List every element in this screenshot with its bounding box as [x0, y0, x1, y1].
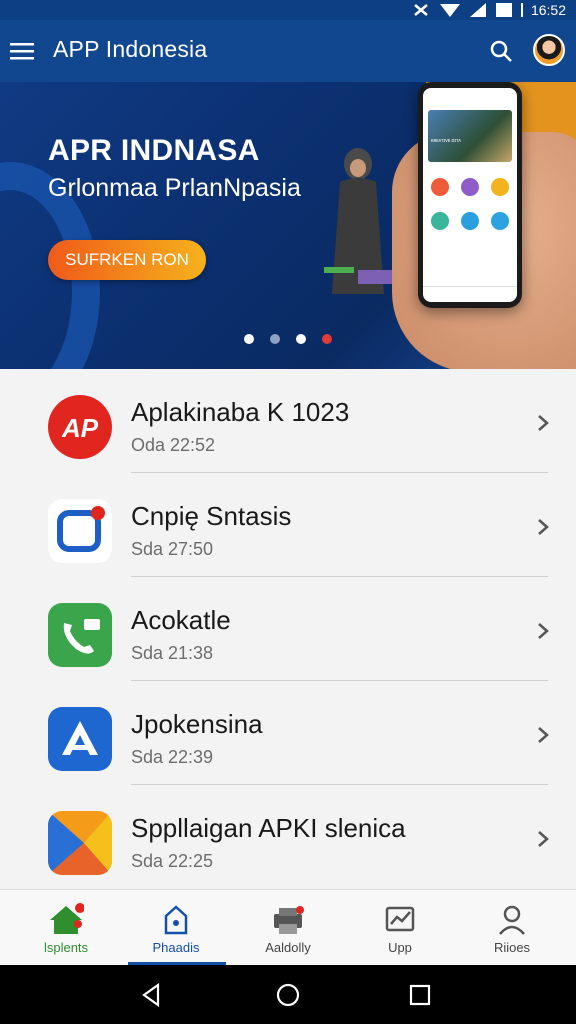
person-illustration [324, 148, 394, 294]
app-list: AP Aplakinaba K 1023 Oda 22:52 Cnpię Snt… [0, 369, 576, 889]
phone-app-icon [491, 212, 509, 230]
app-bar: APP Indonesia [0, 20, 576, 82]
carousel-dot[interactable] [270, 334, 280, 344]
app-title: APP Indonesia [53, 36, 208, 62]
phone-app-icon [461, 212, 479, 230]
phone-app-icon [491, 178, 509, 196]
play-triangle-icon [48, 811, 112, 875]
phone-screen: ᴋʀᴇᴀᴛɪᴠᴇ ᴅɪᴛᴀ [423, 88, 517, 302]
phone-illustration: ᴋʀᴇᴀᴛɪᴠᴇ ᴅɪᴛᴀ [392, 82, 576, 369]
list-item[interactable]: Sppllaigan APKI slenica Sda 22:25 [0, 785, 576, 889]
phone-app-icon [461, 178, 479, 196]
banner-title: APR INDNASA [48, 134, 260, 167]
promo-banner[interactable]: APR INDNASA Grlonmaa PrlanNpasia SUFRKEN… [0, 82, 576, 369]
carousel-dot[interactable] [296, 334, 306, 344]
list-item-title: Acokatle [131, 605, 231, 635]
chart-icon [385, 906, 415, 932]
menu-icon[interactable] [8, 36, 36, 66]
list-item[interactable]: Cnpię Sntasis Sda 27:50 [0, 473, 576, 577]
system-nav-bar [0, 965, 576, 1024]
home-icon [50, 903, 84, 934]
search-icon[interactable] [488, 38, 514, 64]
list-item[interactable]: Acokatle Sda 21:38 [0, 577, 576, 681]
wifi-icon [439, 4, 460, 17]
person-icon [499, 905, 525, 935]
phone-nav-bar [423, 286, 517, 302]
list-item-subtitle: Oda 22:52 [131, 435, 216, 455]
list-item-title: Aplakinaba K 1023 [131, 397, 350, 427]
avatar[interactable] [533, 34, 565, 66]
chevron-right-icon [538, 519, 549, 535]
list-item-title: Sppllaigan APKI slenica [131, 813, 406, 843]
chevron-right-icon [538, 415, 549, 431]
carousel-dot-active[interactable] [322, 334, 332, 344]
phone-hero-image [428, 110, 512, 162]
nav-item-lsplents[interactable]: lsplents [10, 890, 122, 966]
back-icon[interactable] [138, 981, 166, 1009]
phone-chat-icon [48, 603, 112, 667]
ap-logo-icon: AP [48, 395, 112, 459]
carousel-dots [244, 334, 332, 344]
phone-app-icon [431, 212, 449, 230]
list-item-subtitle: Sda 22:25 [131, 851, 214, 871]
status-icons: 16:52 [411, 1, 566, 19]
home-button-icon[interactable] [274, 981, 302, 1009]
chevron-right-icon [538, 727, 549, 743]
house-outline-icon [164, 905, 188, 935]
printer-icon [274, 906, 304, 934]
banner-subtitle: Grlonmaa PrlanNpasia [48, 174, 301, 202]
nav-item-upp[interactable]: Upp [344, 890, 456, 966]
nav-label: Aaldolly [265, 940, 311, 955]
letter-a-icon [48, 707, 112, 771]
nav-label: Phaadis [152, 940, 200, 955]
chevron-right-icon [538, 831, 549, 847]
vibrate-icon [414, 4, 428, 16]
phone-app-icon [431, 178, 449, 196]
nav-label: Upp [388, 940, 412, 955]
svg-text:AP: AP [61, 413, 99, 443]
battery-icon [495, 3, 512, 17]
nav-item-aaldolly[interactable]: Aaldolly [232, 890, 344, 966]
carousel-dot[interactable] [244, 334, 254, 344]
clock: 16:52 [530, 2, 566, 18]
list-item-title: Jpokensina [131, 709, 263, 739]
phone-hero-caption: ᴋʀᴇᴀᴛɪᴠᴇ ᴅɪᴛᴀ [431, 138, 461, 144]
nav-item-phaadis[interactable]: Phaadis [120, 890, 232, 966]
list-item[interactable]: Jpokensina Sda 22:39 [0, 681, 576, 785]
status-bar: 16:52 [0, 0, 576, 20]
nav-item-riioes[interactable]: Riioes [456, 890, 568, 966]
list-item[interactable]: AP Aplakinaba K 1023 Oda 22:52 [0, 369, 576, 473]
phone-device: ᴋʀᴇᴀᴛɪᴠᴇ ᴅɪᴛᴀ [418, 82, 522, 308]
list-item-subtitle: Sda 21:38 [131, 643, 214, 663]
list-item-subtitle: Sda 22:39 [131, 747, 214, 767]
recents-icon[interactable] [406, 981, 434, 1009]
chevron-right-icon [538, 623, 549, 639]
nav-label: Riioes [493, 940, 531, 955]
rounded-square-pin-icon [48, 499, 112, 563]
nav-label: lsplents [43, 940, 89, 955]
status-divider [520, 3, 523, 17]
bottom-nav: lsplents Phaadis Aaldolly Upp Riioes [0, 889, 576, 966]
banner-cta-button[interactable]: SUFRKEN RON [48, 240, 206, 280]
list-item-subtitle: Sda 27:50 [131, 539, 214, 559]
signal-icon [469, 3, 486, 17]
list-item-title: Cnpię Sntasis [131, 501, 292, 531]
